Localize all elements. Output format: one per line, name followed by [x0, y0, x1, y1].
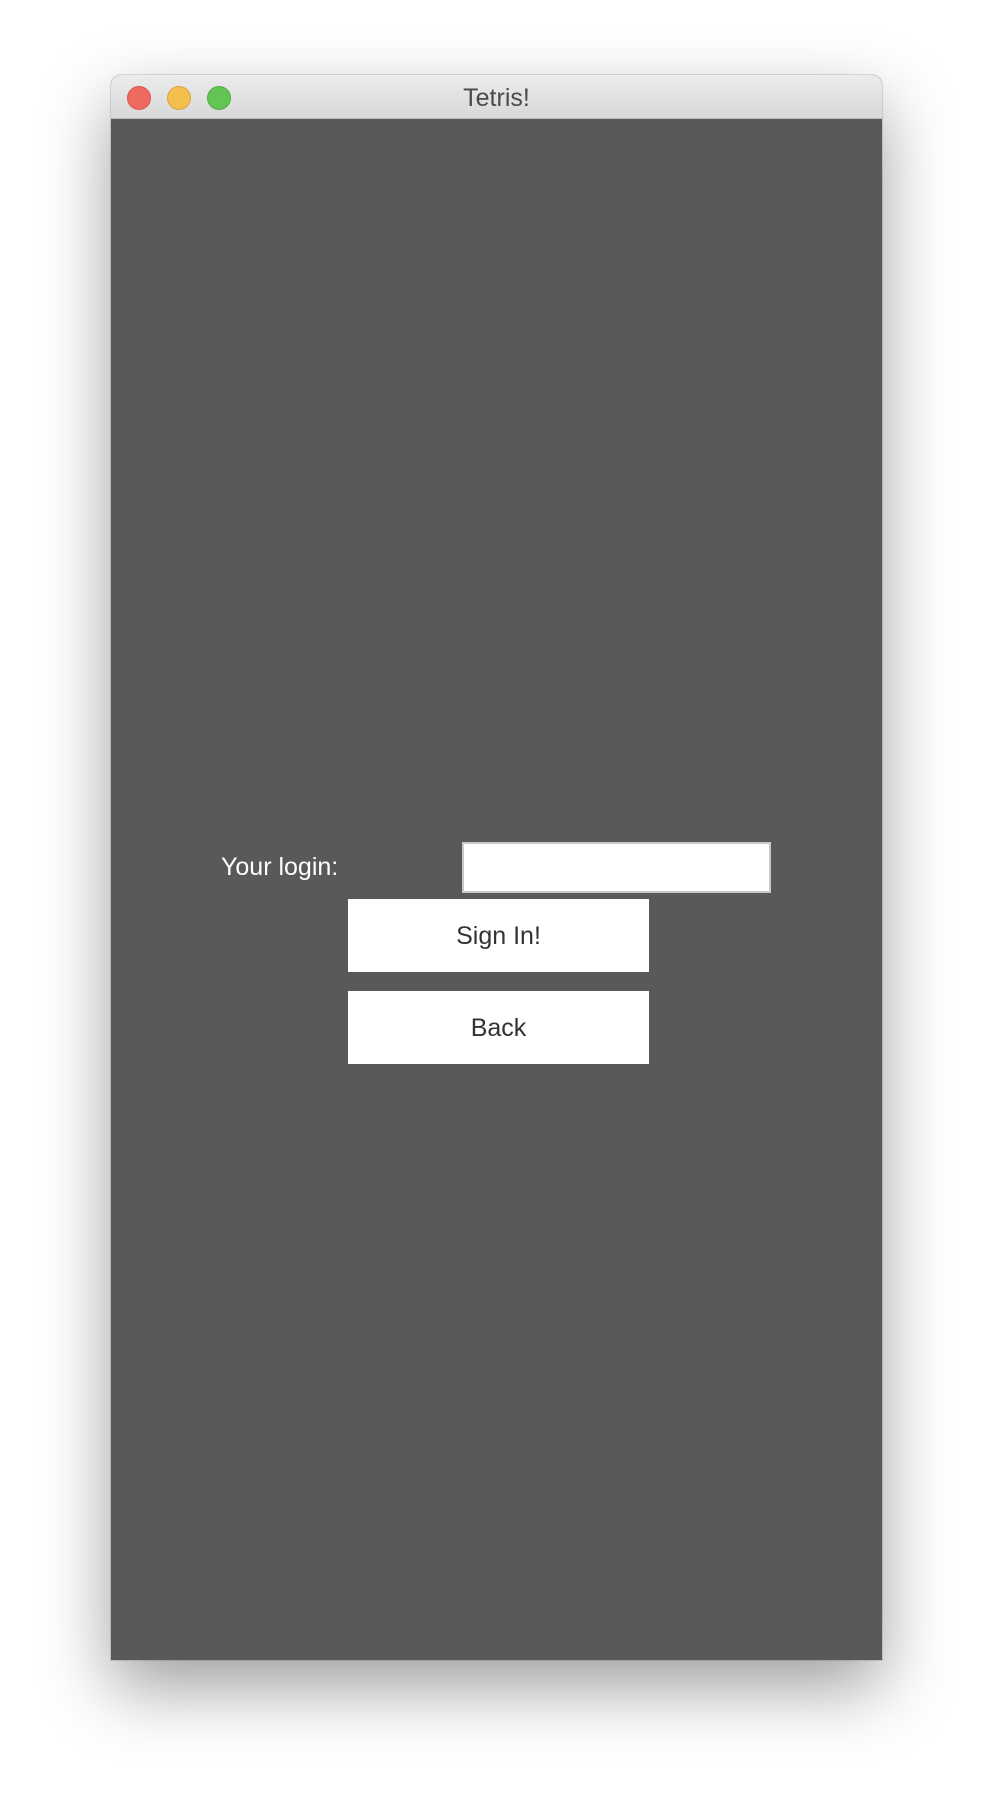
back-button[interactable]: Back: [348, 991, 649, 1064]
sign-in-button[interactable]: Sign In!: [348, 899, 649, 972]
login-panel: Your login: Sign In! Back: [111, 119, 882, 1660]
login-input[interactable]: [462, 842, 771, 893]
window-titlebar[interactable]: Tetris!: [111, 75, 882, 119]
window-title: Tetris!: [463, 84, 530, 112]
login-label: Your login:: [221, 853, 339, 881]
app-window: Tetris! Your login: Sign In! Back: [111, 75, 882, 1660]
